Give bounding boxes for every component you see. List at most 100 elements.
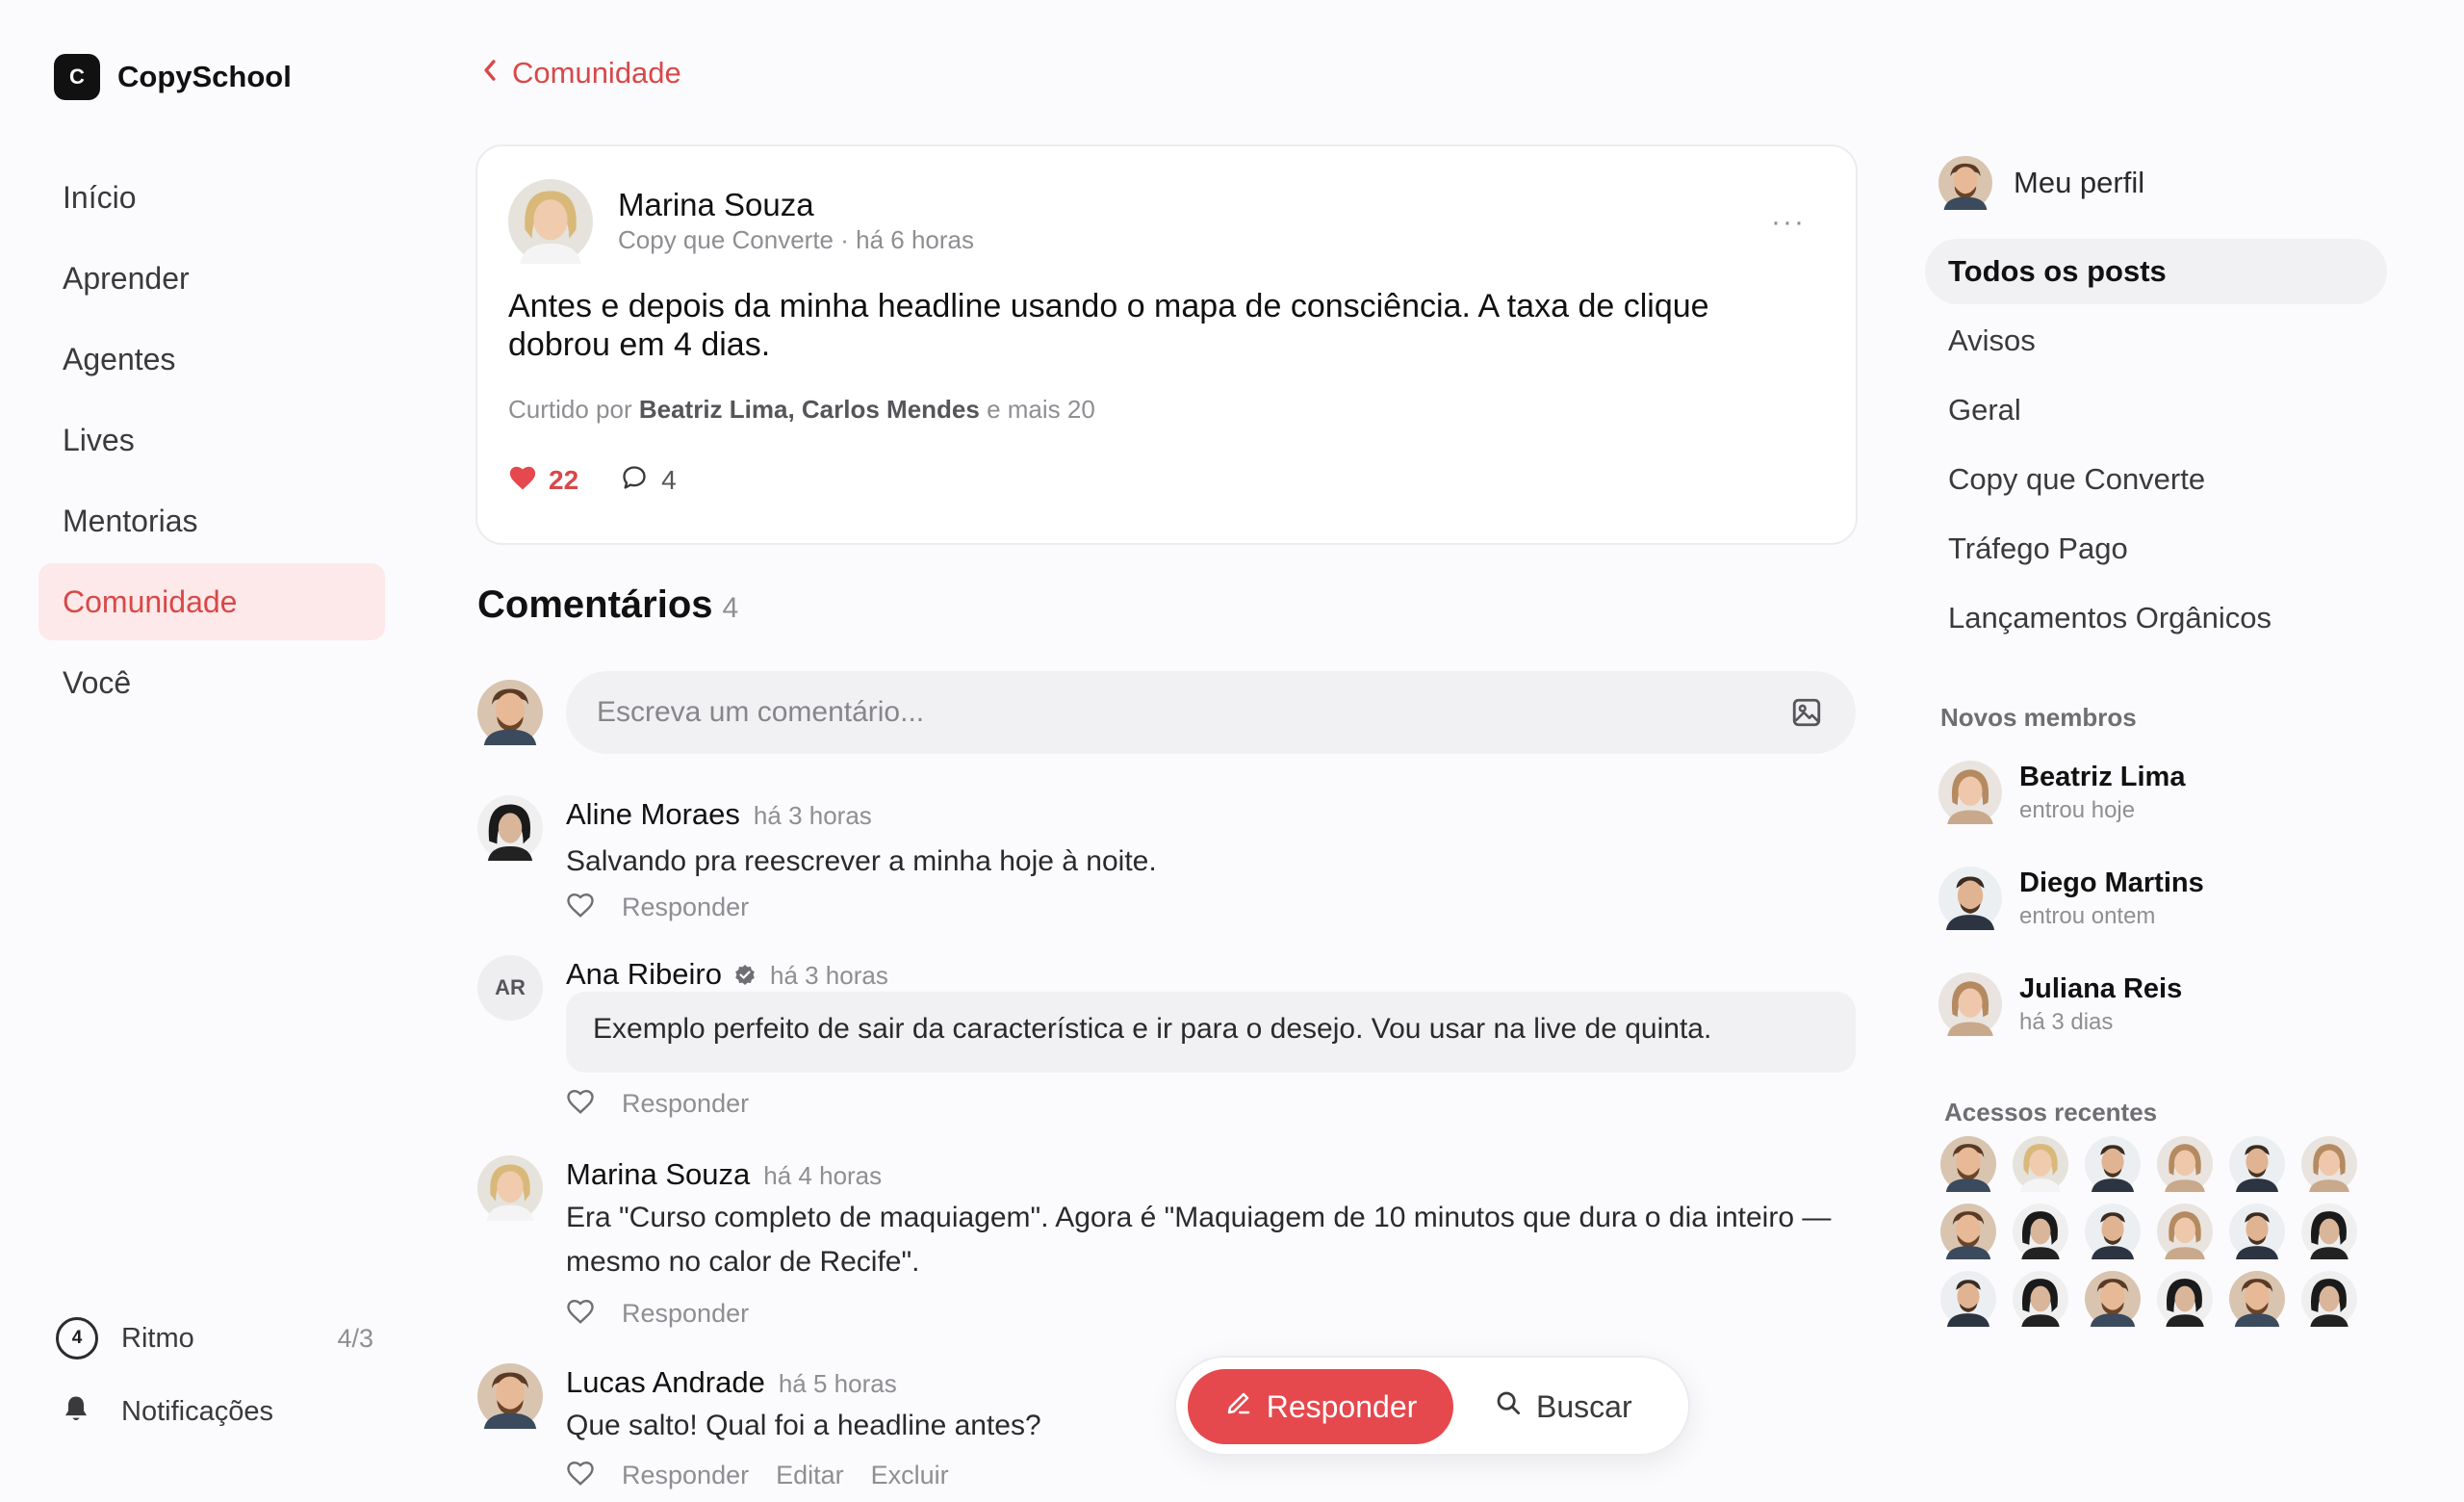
recent-avatar[interactable] [2013, 1271, 2068, 1327]
reply-button[interactable]: Responder [622, 893, 749, 922]
comment-header: Aline Moraes há 3 horas [566, 797, 872, 832]
recent-avatar[interactable] [2085, 1271, 2141, 1327]
post-body: Antes e depois da minha headline usando … [508, 288, 1709, 363]
comment-bubble-icon[interactable] [621, 464, 648, 496]
floating-reply-label: Responder [1266, 1388, 1418, 1424]
member-name: Diego Martins [2019, 867, 2204, 898]
comment-author[interactable]: Aline Moraes [566, 797, 740, 832]
heart-outline-icon[interactable] [566, 892, 595, 923]
recent-avatar[interactable] [2301, 1204, 2357, 1259]
comment-author[interactable]: Lucas Andrade [566, 1365, 765, 1400]
post-meta: Copy que Converte · há 6 horas [618, 225, 974, 254]
heart-outline-icon[interactable] [566, 1088, 595, 1120]
post-like-count: 22 [549, 464, 579, 495]
category-avisos[interactable]: Avisos [1925, 308, 2387, 374]
floating-reply-button[interactable]: Responder [1188, 1369, 1453, 1444]
nav-item-inicio[interactable]: Início [38, 159, 385, 236]
profile-avatar [1938, 156, 1992, 210]
reply-button[interactable]: Responder [622, 1299, 749, 1329]
recent-avatar[interactable] [2301, 1271, 2357, 1327]
comment-input[interactable]: Escreva um comentário... [566, 671, 1856, 754]
member-avatar [1938, 972, 2002, 1036]
comment-item: Marina Souza há 4 horas Era "Curso compl… [477, 1155, 1860, 1338]
nav-item-comunidade[interactable]: Comunidade [38, 563, 385, 640]
comment-text-bubble: Exemplo perfeito de sair da característi… [566, 992, 1856, 1073]
member-name: Juliana Reis [2019, 972, 2183, 1004]
search-icon [1494, 1388, 1523, 1425]
floating-search-label: Buscar [1536, 1388, 1632, 1424]
post-liked-by[interactable]: Curtido por Beatriz Lima, Carlos Mendes … [508, 395, 1095, 425]
post-actions: 22 4 [508, 464, 677, 496]
recent-avatar[interactable] [2301, 1136, 2357, 1192]
recent-avatar[interactable] [1940, 1136, 1996, 1192]
comment-avatar[interactable] [477, 1155, 543, 1221]
nav-item-agentes[interactable]: Agentes [38, 321, 385, 398]
comment-avatar-initials[interactable]: AR [477, 955, 543, 1021]
new-members-title: Novos membros [1940, 703, 2137, 732]
comment-input-placeholder: Escreva um comentário... [597, 696, 925, 728]
delete-button[interactable]: Excluir [871, 1461, 949, 1490]
nav-item-mentorias[interactable]: Mentorias [38, 482, 385, 559]
notifications-link[interactable]: Notificações [62, 1394, 273, 1430]
comment-avatar[interactable] [477, 1363, 543, 1429]
reply-button[interactable]: Responder [622, 1089, 749, 1119]
image-upload-icon[interactable] [1790, 696, 1823, 734]
nav-item-voce[interactable]: Você [38, 644, 385, 721]
brand-logo: C [54, 54, 100, 100]
heart-outline-icon[interactable] [566, 1298, 595, 1330]
pencil-icon [1224, 1388, 1253, 1425]
comment-author[interactable]: Ana Ribeiro [566, 957, 722, 992]
liked-suffix: e mais 20 [979, 395, 1095, 424]
comment-avatar[interactable] [477, 795, 543, 861]
back-to-community-link[interactable]: Comunidade [481, 56, 681, 91]
new-member-item[interactable]: Beatriz Lima entrou hoje [1938, 761, 2185, 824]
back-label: Comunidade [512, 56, 681, 90]
recent-avatar[interactable] [2157, 1271, 2213, 1327]
edit-button[interactable]: Editar [776, 1461, 844, 1490]
comment-header: Ana Ribeiro há 3 horas [566, 957, 888, 992]
liked-prefix: Curtido por [508, 395, 639, 424]
new-member-item[interactable]: Juliana Reis há 3 dias [1938, 972, 2182, 1036]
reply-button[interactable]: Responder [622, 1461, 749, 1490]
recent-avatar[interactable] [2085, 1136, 2141, 1192]
my-profile-link[interactable]: Meu perfil [1938, 156, 2144, 210]
recent-avatar[interactable] [1940, 1271, 1996, 1327]
category-todos-os-posts[interactable]: Todos os posts [1925, 239, 2387, 304]
verified-badge-icon [733, 964, 757, 992]
nav-item-lives[interactable]: Lives [38, 401, 385, 479]
new-member-item[interactable]: Diego Martins entrou ontem [1938, 867, 2204, 930]
floating-search-button[interactable]: Buscar [1494, 1369, 1632, 1444]
recent-avatar[interactable] [1940, 1204, 1996, 1259]
comments-count: 4 [722, 592, 739, 624]
floating-action-bar: Responder Buscar [1174, 1356, 1690, 1456]
comment-item: AR Ana Ribeiro há 3 horas Exemplo perfei… [477, 955, 1860, 1128]
more-options-icon[interactable]: ··· [1771, 206, 1806, 239]
category-lancamentos-organicos[interactable]: Lançamentos Orgânicos [1925, 585, 2387, 651]
recent-avatar[interactable] [2157, 1136, 2213, 1192]
member-name: Beatriz Lima [2019, 761, 2186, 792]
category-geral[interactable]: Geral [1925, 377, 2387, 443]
category-copy-que-converte[interactable]: Copy que Converte [1925, 447, 2387, 512]
post-author-name[interactable]: Marina Souza [618, 187, 814, 223]
recent-avatar[interactable] [2229, 1204, 2285, 1259]
ritmo-streak[interactable]: 4 Ritmo 4/3 [56, 1317, 373, 1360]
recent-avatar[interactable] [2013, 1204, 2068, 1259]
ritmo-count: 4/3 [337, 1323, 373, 1353]
nav-item-aprender[interactable]: Aprender [38, 240, 385, 317]
post-card: Marina Souza Copy que Converte · há 6 ho… [475, 144, 1858, 545]
comment-time: há 3 horas [769, 961, 888, 990]
recent-avatar[interactable] [2229, 1136, 2285, 1192]
heart-filled-icon[interactable] [508, 464, 537, 496]
recent-avatar[interactable] [2229, 1271, 2285, 1327]
brand[interactable]: C CopySchool [54, 54, 292, 100]
liked-names: Beatriz Lima, Carlos Mendes [638, 395, 980, 424]
recent-avatar[interactable] [2157, 1204, 2213, 1259]
recent-avatar[interactable] [2013, 1136, 2068, 1192]
chevron-left-icon [481, 56, 499, 91]
post-author-avatar[interactable] [508, 179, 593, 264]
recent-access-title: Acessos recentes [1944, 1098, 2158, 1126]
recent-avatar[interactable] [2085, 1204, 2141, 1259]
category-trafego-pago[interactable]: Tráfego Pago [1925, 516, 2387, 582]
comment-author[interactable]: Marina Souza [566, 1157, 750, 1192]
heart-outline-icon[interactable] [566, 1460, 595, 1491]
